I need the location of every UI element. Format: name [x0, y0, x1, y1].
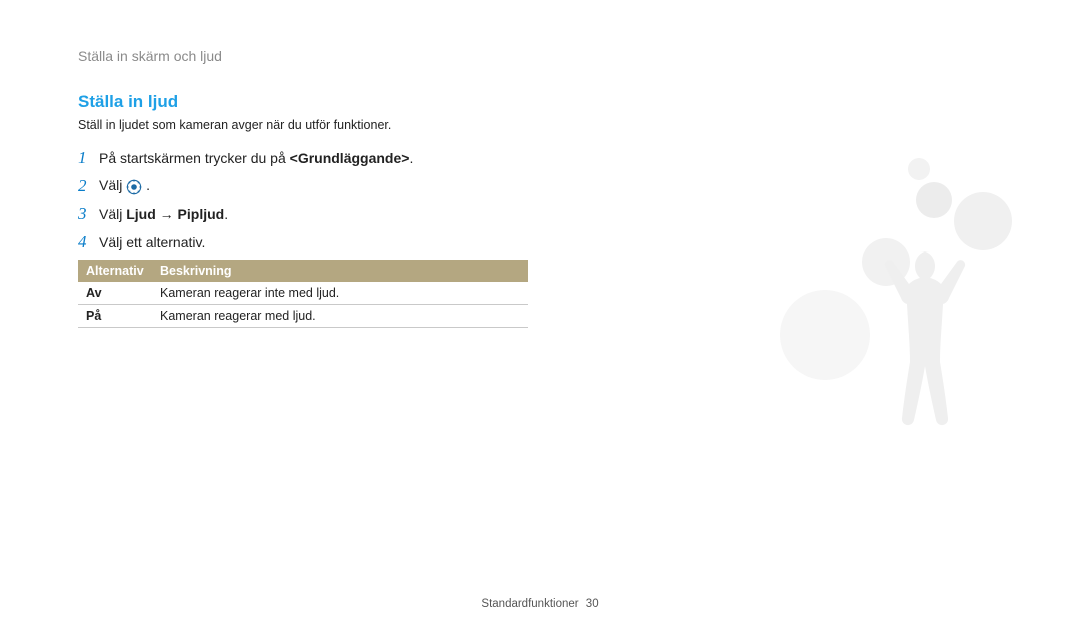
step-2-before: Välj	[99, 177, 126, 193]
steps-list: 1 På startskärmen trycker du på <Grundlä…	[78, 148, 1002, 252]
step-1-suffix: .	[409, 150, 413, 166]
step-number: 2	[78, 176, 90, 196]
step-number: 3	[78, 204, 90, 224]
table-row: På Kameran reagerar med ljud.	[78, 305, 528, 328]
step-3-prefix: Välj	[99, 206, 126, 222]
section-intro: Ställ in ljudet som kameran avger när du…	[78, 118, 1002, 132]
page-footer: Standardfunktioner 30	[0, 598, 1080, 610]
step-3: 3 Välj Ljud → Pipljud.	[78, 204, 1002, 224]
col-alternativ: Alternativ	[78, 260, 152, 282]
cell-alt: Av	[78, 282, 152, 305]
step-1-prefix: På startskärmen trycker du på	[99, 150, 290, 166]
page-number: 30	[586, 598, 599, 610]
manual-page: Ställa in skärm och ljud Ställa in ljud …	[0, 0, 1080, 630]
col-beskrivning: Beskrivning	[152, 260, 528, 282]
step-3-suffix: .	[224, 206, 228, 222]
step-text: På startskärmen trycker du på <Grundlägg…	[99, 150, 413, 166]
bubble-icon	[780, 290, 870, 380]
step-1-bold: <Grundläggande>	[290, 150, 410, 166]
settings-gear-icon	[126, 179, 142, 195]
step-4: 4 Välj ett alternativ.	[78, 232, 1002, 252]
child-silhouette-icon	[852, 245, 982, 475]
step-2-after: .	[146, 177, 150, 193]
step-text: Välj .	[99, 177, 150, 194]
table-row: Av Kameran reagerar inte med ljud.	[78, 282, 528, 305]
footer-label: Standardfunktioner	[481, 598, 578, 610]
options-table: Alternativ Beskrivning Av Kameran reager…	[78, 260, 528, 328]
cell-desc: Kameran reagerar inte med ljud.	[152, 282, 528, 305]
cell-alt: På	[78, 305, 152, 328]
step-3-bold: Ljud → Pipljud	[126, 206, 224, 222]
step-text: Välj Ljud → Pipljud.	[99, 206, 228, 222]
step-2: 2 Välj .	[78, 176, 1002, 196]
step-text: Välj ett alternativ.	[99, 234, 205, 250]
breadcrumb: Ställa in skärm och ljud	[78, 48, 1002, 64]
step-number: 4	[78, 232, 90, 252]
section-title: Ställa in ljud	[78, 92, 1002, 112]
cell-desc: Kameran reagerar med ljud.	[152, 305, 528, 328]
table-header-row: Alternativ Beskrivning	[78, 260, 528, 282]
step-number: 1	[78, 148, 90, 168]
step-1: 1 På startskärmen trycker du på <Grundlä…	[78, 148, 1002, 168]
